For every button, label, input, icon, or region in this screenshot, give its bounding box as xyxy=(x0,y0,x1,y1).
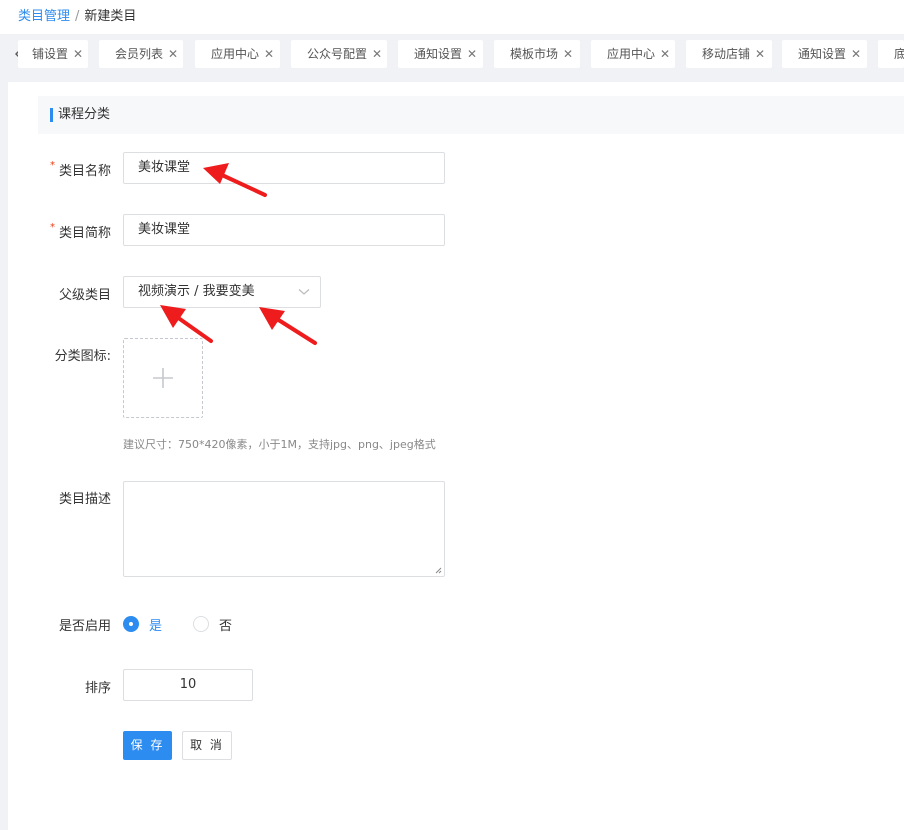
tab-item[interactable]: 应用中心 ✕ xyxy=(195,40,280,68)
name-input[interactable]: 美妆课堂 xyxy=(123,152,445,184)
sort-input-value: 10 xyxy=(179,677,197,692)
close-icon[interactable]: ✕ xyxy=(168,47,178,61)
required-mark: * xyxy=(49,222,55,233)
short-name-input-value: 美妆课堂 xyxy=(138,222,191,237)
close-icon[interactable]: ✕ xyxy=(660,47,670,61)
name-label: * 类目名称 xyxy=(49,160,111,179)
enabled-no-radio[interactable] xyxy=(193,616,209,632)
short-name-input[interactable]: 美妆课堂 xyxy=(123,214,445,246)
description-label: 类目描述 xyxy=(58,492,111,507)
icon-upload-hint: 建议尺寸：750*420像素，小于1M，支持jpg、png、jpeg格式 xyxy=(123,438,436,451)
tab-label: 模板市场 xyxy=(510,47,559,61)
description-textarea[interactable] xyxy=(123,481,445,577)
breadcrumb-current: 新建类目 xyxy=(84,9,137,24)
parent-category-select[interactable]: 视频演示 / 我要变美 xyxy=(123,276,321,308)
tab-label: 会员列表 xyxy=(115,47,164,61)
tab-label: 应用中心 xyxy=(211,47,260,61)
enabled-yes-label[interactable]: 是 xyxy=(149,615,162,634)
tab-item[interactable]: 铺设置 ✕ xyxy=(18,40,88,68)
tab-label: 通知设置 xyxy=(414,47,463,61)
name-input-value: 美妆课堂 xyxy=(138,160,191,175)
parent-category-value: 视频演示 / 我要变美 xyxy=(138,284,255,299)
close-icon[interactable]: ✕ xyxy=(563,47,573,61)
close-icon[interactable]: ✕ xyxy=(755,47,765,61)
tab-label: 应用中心 xyxy=(607,47,656,61)
tab-label: 通知设置 xyxy=(798,47,847,61)
icon-upload-button[interactable] xyxy=(123,338,203,418)
breadcrumb: 类目管理 / 新建类目 xyxy=(0,0,904,34)
enabled-label: 是否启用 xyxy=(58,619,111,634)
form-panel: 课程分类 * 类目名称 美妆课堂 * 类目简称 美妆课堂 父级类目 视频演示 / 我… xyxy=(8,82,904,830)
plus-icon xyxy=(153,368,173,388)
tab-label: 公众号配置 xyxy=(307,47,368,61)
short-name-label: * 类目简称 xyxy=(49,222,111,241)
close-icon[interactable]: ✕ xyxy=(264,47,274,61)
section-title: 课程分类 xyxy=(38,96,904,134)
icon-label: 分类图标: xyxy=(54,349,111,364)
tab-item[interactable]: 通知设置 ✕ xyxy=(398,40,483,68)
breadcrumb-separator: / xyxy=(75,9,80,24)
tab-label: 移动店铺 xyxy=(702,47,751,61)
tab-item[interactable]: 底 xyxy=(878,40,904,68)
sort-label: 排序 xyxy=(84,681,111,696)
tab-item[interactable]: 移动店铺 ✕ xyxy=(686,40,772,68)
required-mark: * xyxy=(49,160,55,171)
resize-handle-icon[interactable] xyxy=(435,567,442,574)
sort-input[interactable]: 10 xyxy=(123,669,253,701)
chevron-down-icon xyxy=(298,289,310,295)
tab-item[interactable]: 应用中心 ✕ xyxy=(591,40,675,68)
tab-label: 底 xyxy=(894,47,904,61)
enabled-no-label[interactable]: 否 xyxy=(219,615,232,634)
save-button[interactable]: 保 存 xyxy=(123,731,172,760)
parent-category-label: 父级类目 xyxy=(58,288,111,303)
close-icon[interactable]: ✕ xyxy=(851,47,861,61)
breadcrumb-parent-link[interactable]: 类目管理 xyxy=(18,9,70,24)
tab-item[interactable]: 模板市场 ✕ xyxy=(494,40,580,68)
tab-item[interactable]: 通知设置 ✕ xyxy=(782,40,867,68)
tab-item[interactable]: 会员列表 ✕ xyxy=(99,40,183,68)
close-icon[interactable]: ✕ xyxy=(372,47,382,61)
close-icon[interactable]: ✕ xyxy=(467,47,477,61)
cancel-button[interactable]: 取 消 xyxy=(182,731,232,760)
enabled-yes-radio[interactable] xyxy=(123,616,139,632)
tab-item[interactable]: 公众号配置 ✕ xyxy=(291,40,387,68)
close-icon[interactable]: ✕ xyxy=(73,47,83,61)
tab-label: 铺设置 xyxy=(32,47,69,61)
tabs-bar: 铺设置 ✕ 会员列表 ✕ 应用中心 ✕ 公众号配置 ✕ 通知设置 ✕ 模板市场 ✕ 应用中心… xyxy=(0,34,904,74)
